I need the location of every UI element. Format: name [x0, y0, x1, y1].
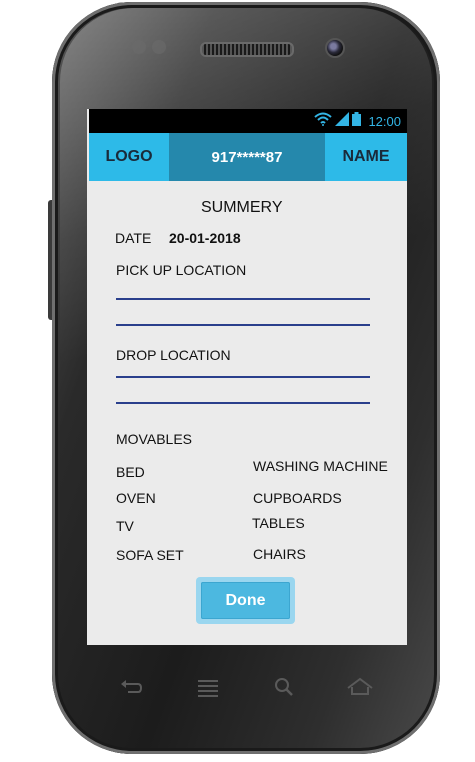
movable-item: SOFA SET: [116, 547, 184, 563]
movable-item: TABLES: [252, 515, 305, 531]
status-time: 12:00: [368, 113, 401, 129]
earpiece-speaker: [200, 42, 294, 57]
wifi-icon: [314, 112, 333, 131]
home-icon[interactable]: [346, 676, 374, 703]
name-button[interactable]: NAME: [325, 133, 407, 181]
app-header: LOGO 917*****87 NAME: [89, 133, 407, 181]
page-title: SUMMERY: [201, 199, 283, 216]
app-screen: 12:00 LOGO 917*****87 NAME SUMMERY DATE …: [87, 109, 407, 645]
movable-item: CUPBOARDS: [253, 490, 342, 506]
front-camera: [325, 38, 345, 58]
date-value: 20-01-2018: [169, 230, 241, 246]
done-button[interactable]: Done: [201, 582, 290, 619]
movable-item: OVEN: [116, 490, 156, 506]
done-button-outline: Done: [196, 577, 295, 624]
movable-item: TV: [116, 518, 134, 534]
phone-number: 917*****87: [169, 133, 325, 181]
pickup-line-1[interactable]: [116, 298, 370, 300]
movable-item: BED: [116, 464, 145, 480]
device-nav-keys: [0, 676, 475, 702]
drop-line-2[interactable]: [116, 402, 370, 404]
signal-icon: [335, 111, 350, 131]
logo[interactable]: LOGO: [89, 133, 169, 181]
movable-item: WASHING MACHINE: [253, 458, 388, 474]
proximity-sensor: [132, 40, 146, 54]
drop-line-1[interactable]: [116, 376, 370, 378]
battery-icon: [352, 111, 362, 131]
date-label: DATE: [115, 230, 152, 246]
back-icon[interactable]: [120, 676, 144, 703]
movable-item: CHAIRS: [253, 546, 306, 562]
status-bar: 12:00: [89, 109, 407, 133]
light-sensor: [152, 40, 166, 54]
search-icon[interactable]: [273, 676, 295, 703]
movables-label: MOVABLES: [116, 431, 192, 447]
menu-icon[interactable]: [196, 676, 220, 703]
drop-label: DROP LOCATION: [116, 347, 231, 363]
pickup-line-2[interactable]: [116, 324, 370, 326]
pickup-label: PICK UP LOCATION: [116, 262, 247, 278]
